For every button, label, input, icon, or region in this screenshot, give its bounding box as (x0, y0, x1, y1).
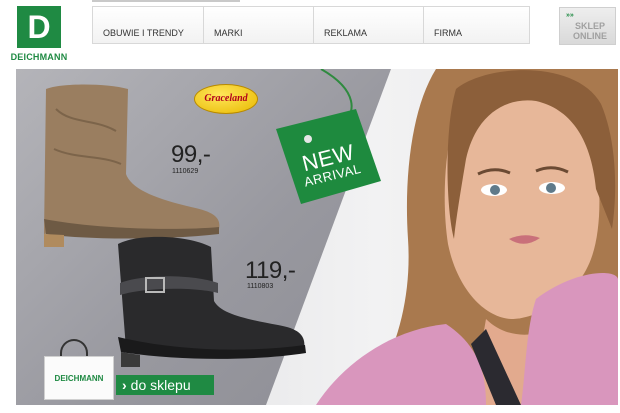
price-tan-boot: 99,- (171, 141, 211, 168)
chevron-right-icon: › (122, 377, 127, 393)
main-nav: OBUWIE I TRENDY MARKI REKLAMA FIRMA (92, 6, 530, 44)
do-sklepu-label: do sklepu (130, 377, 191, 393)
nav-item-reklama[interactable]: REKLAMA (314, 7, 424, 43)
model-figure (316, 69, 618, 405)
nav-item-marki[interactable]: MARKI (204, 7, 314, 43)
top-rule (92, 0, 240, 2)
logo-mark: D (17, 6, 61, 48)
code-tan-boot: 1110629 (172, 168, 199, 175)
banner-artwork (44, 69, 618, 405)
do-sklepu-button[interactable]: › do sklepu (116, 375, 214, 395)
bag-label: DEICHMANN (54, 374, 104, 383)
nav-item-obuwie[interactable]: OBUWIE I TRENDY (93, 7, 204, 43)
shopping-bag-icon: DEICHMANN (44, 356, 114, 400)
shop-online-label: SKLEP ONLINE (572, 21, 607, 41)
graceland-badge: Graceland (194, 84, 258, 114)
graceland-label: Graceland (204, 93, 248, 104)
deichmann-logo[interactable]: D DEICHMANN (2, 6, 76, 64)
double-chevron-icon: »» (566, 12, 574, 19)
logo-wordmark: DEICHMANN (10, 52, 68, 62)
promo-banner[interactable]: Graceland 99,- 1110629 119,- 1110803 NEW… (16, 69, 618, 405)
code-black-boot: 1110803 (247, 283, 274, 290)
nav-item-firma[interactable]: FIRMA (424, 7, 529, 43)
page-bottom-margin (0, 405, 620, 413)
price-black-boot: 119,- (245, 257, 296, 284)
logo-letter: D (27, 9, 51, 45)
shop-online-button[interactable]: »» SKLEP ONLINE (559, 7, 616, 45)
